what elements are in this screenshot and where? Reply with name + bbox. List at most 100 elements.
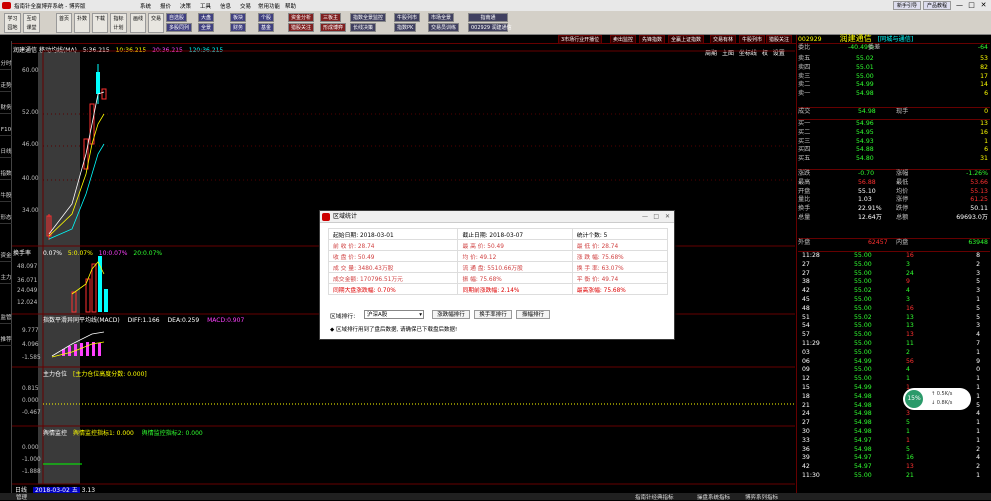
multi-stock-button[interactable]: 多股同列 [166,23,193,32]
menu-quote[interactable]: 报价 [160,2,171,10]
dialog-minimize-button[interactable]: — [642,211,648,223]
tick-price: 55.00 [854,375,872,383]
left-tab-f10[interactable]: F10 [0,125,12,136]
tab-market-sector[interactable]: 3市场行业开播位 [558,35,603,44]
tab-bull-list[interactable]: 牛股列市 [739,35,766,44]
draw-line-button[interactable]: 画线 [130,13,146,33]
yqjk-axis-label: -1.000 [22,457,41,463]
stat-label: 涨幅 [896,170,909,177]
network-speed-widget[interactable]: 15% ↑ 0.5K/s ↓ 0.8K/s [903,388,971,410]
left-tab-main[interactable]: 主力 [0,273,12,284]
tick-count: 0 [976,366,980,374]
long-decision-button[interactable]: 长线决策 [350,23,377,32]
menu-tools[interactable]: 工具 [200,2,211,10]
tick-price: 54.99 [854,383,872,391]
tick-time: 30 [802,427,810,435]
sell-price: 55.00 [856,72,874,80]
trader-training-button[interactable]: 交易员训练 [428,23,460,32]
market-panorama-button[interactable]: 市场全景 [428,13,455,22]
tick-price: 54.97 [854,463,872,471]
stock-button[interactable]: 个股 [258,13,275,22]
indicator-plan-button[interactable]: 指标 计划 [110,13,127,33]
sector-button[interactable]: 板块 [230,13,247,22]
rank-amplitude-button[interactable]: 振幅排行 [516,310,550,319]
dialog-maximize-button[interactable]: □ [653,211,659,223]
buy-level-label: 买五 [798,155,811,163]
beginner-guide-button[interactable]: 新手引导 [893,1,922,10]
left-tab-daily[interactable]: 日线 [0,147,12,158]
rank-market-select[interactable]: 沪深A股 ▾ [364,310,424,319]
tick-volume: 16 [906,454,914,462]
panorama-button[interactable]: 全景 [198,23,215,32]
maximize-button[interactable]: □ [966,1,977,10]
turnover-bar [91,263,97,313]
zhinantong-button[interactable]: 指南通 [468,13,508,22]
menu-trade[interactable]: 交易 [240,2,251,10]
game-form-button[interactable]: 形成博弈 [320,23,347,32]
tick-row: 42 55.02 4 3 [798,287,990,296]
count-button[interactable]: 扑数 [74,13,90,33]
tick-count: 5 [976,304,980,312]
tick-price: 55.00 [854,331,872,339]
rank-change-button[interactable]: 涨跌幅排行 [432,310,470,319]
diff-line [51,331,105,357]
finance-button[interactable]: 财务 [230,23,247,32]
stat-label: 最低 [896,178,909,186]
turnover-label: 换手率 [13,250,32,257]
current-stock-button[interactable]: 002929 润建通信 [468,23,512,32]
download-button[interactable]: 下载 [92,13,108,33]
menu-help[interactable]: 帮助 [285,2,296,10]
menu-system[interactable]: 系统 [140,2,151,10]
stock-tag[interactable]: [同城与通信] [878,36,914,43]
left-tab-shape[interactable]: 形态 [0,213,12,224]
left-tab-supervise[interactable]: 监管 [0,313,12,324]
tick-volume: 56 [906,357,914,365]
trade-button[interactable]: 交易 [148,13,164,33]
tab-sell-monitor[interactable]: 卖出监控 [610,35,637,44]
left-tab-finance[interactable]: 财务 [0,103,12,114]
menu-info[interactable]: 信息 [220,2,231,10]
left-tab-trend[interactable]: 走势 [0,81,12,92]
sanban-button[interactable]: 三板主 [320,13,342,22]
minimize-button[interactable]: — [954,1,965,10]
rank-turnover-button[interactable]: 换手率排行 [474,310,512,319]
tick-volume: 13 [906,322,914,330]
macd-bar [86,342,89,356]
sell-price: 55.02 [856,55,874,62]
index-pk-button[interactable]: 指数PK [394,23,417,32]
left-tab-fund[interactable]: 资金 [0,251,12,262]
tick-list[interactable]: 11:28 55.00 16 8 27 55.00 3 2 27 55.00 24 3 38 55.00 9… [798,251,990,481]
tab-sh-index[interactable]: 全赢上证指数 [668,35,705,44]
bull-list-button[interactable]: 牛股列市 [394,13,421,22]
interactive-class-button[interactable]: 互动 课堂 [23,13,40,33]
tab-trade-forest[interactable]: 交易有林 [710,35,737,44]
index-monitor-button[interactable]: 指数全景监控 [350,13,387,22]
left-tab-index[interactable]: 指数 [0,169,12,180]
tick-time: 15 [802,383,810,391]
menu-decision[interactable]: 决策 [180,2,191,10]
tab-hunter-follow[interactable]: 猎股关注 [766,35,793,44]
tab-pioneer-index[interactable]: 先锋指数 [639,35,666,44]
menu-common[interactable]: 常用功能 [258,2,280,10]
market-button[interactable]: 大盘 [198,13,215,22]
self-select-button[interactable]: 自选股 [166,13,188,22]
left-tab-intraday[interactable]: 分时 [0,59,12,70]
study-button[interactable]: 学习 园地 [4,13,21,33]
left-tab-recommend[interactable]: 推荐 [0,335,12,346]
dialog-close-button[interactable]: ✕ [665,211,670,223]
stats-cell: 最高涨幅: 75.68% [571,283,669,295]
sell-order-row: 卖四 55.01 82 [798,64,990,73]
buy-volume: 16 [980,128,988,136]
tick-price: 55.00 [854,269,872,277]
hunter-follow-button[interactable]: 猎股关注 [288,23,315,32]
tick-time: 42 [802,463,810,471]
tick-row: 11:30 55.00 21 1 [798,472,990,481]
fund-analysis-button[interactable]: 资金分析 [288,13,315,22]
app-logo-icon [2,2,11,9]
turnover-bar [104,289,108,312]
left-tab-bull[interactable]: 牛股 [0,191,12,202]
product-tutorial-button[interactable]: 产品教程 [923,1,952,10]
fund-button[interactable]: 基金 [258,23,275,32]
home-button[interactable]: 首页 [56,13,72,33]
close-button[interactable]: ✕ [978,1,989,10]
